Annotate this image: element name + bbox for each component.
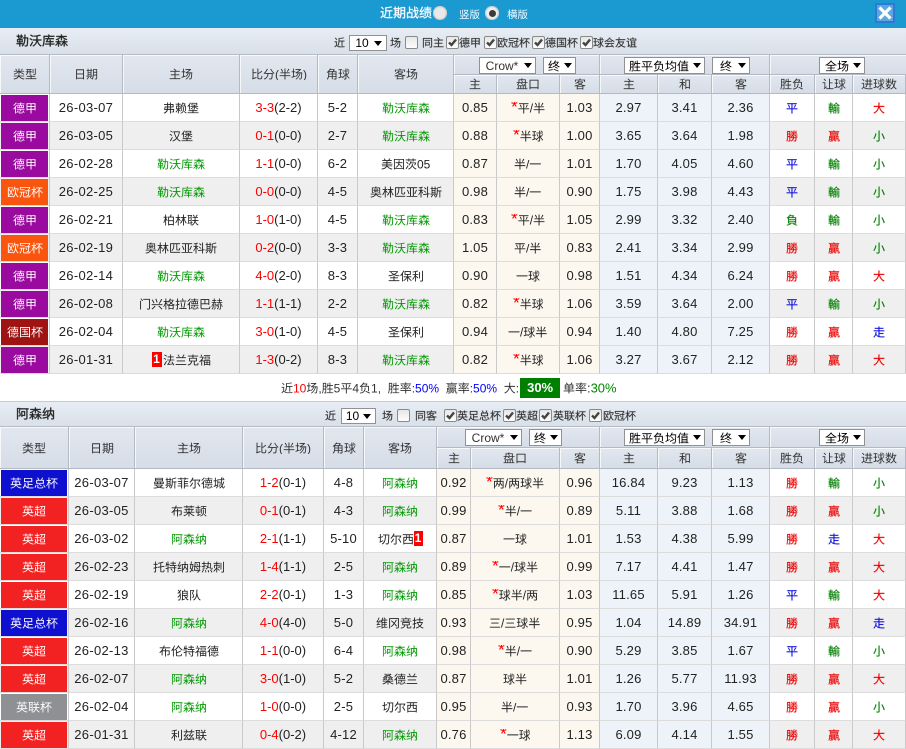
svg-text:*: * [492, 561, 499, 573]
svg-text:/: / [520, 326, 524, 338]
svg-text:/: / [511, 561, 515, 573]
svg-text:*: * [511, 102, 518, 114]
svg-text:/: / [526, 158, 530, 170]
svg-text:(: ( [275, 68, 279, 80]
svg-text:): ) [307, 442, 311, 454]
svg-text:*: * [513, 354, 520, 366]
svg-text::: : [412, 382, 415, 394]
svg-text:4: 4 [352, 382, 359, 394]
svg-text:10: 10 [293, 382, 307, 394]
svg-text:*: * [498, 505, 505, 517]
svg-text:*: * [500, 729, 507, 741]
svg-text:*: * [513, 130, 520, 142]
svg-text::: : [470, 382, 473, 394]
svg-text:/: / [505, 477, 509, 489]
svg-text:1,: 1, [371, 382, 381, 394]
svg-text:5: 5 [334, 382, 341, 394]
svg-text:*: * [492, 589, 499, 601]
svg-text:/: / [513, 701, 517, 713]
svg-text:30%: 30% [591, 382, 617, 394]
svg-text:*: * [498, 645, 505, 657]
svg-text:/: / [501, 617, 505, 629]
svg-text:05: 05 [417, 158, 430, 170]
svg-text:): ) [303, 68, 307, 80]
svg-text:/: / [526, 242, 530, 254]
svg-text:50%: 50% [415, 382, 439, 394]
svg-text:/: / [530, 214, 534, 226]
svg-text:(: ( [279, 442, 283, 454]
svg-text:/: / [530, 102, 534, 114]
svg-text:,: , [318, 382, 321, 394]
svg-text:/: / [526, 186, 530, 198]
svg-text:*: * [513, 298, 520, 310]
svg-text:/: / [517, 645, 521, 657]
svg-text::: : [516, 382, 519, 394]
svg-text:50%: 50% [473, 382, 497, 394]
svg-text:/: / [517, 505, 521, 517]
svg-text:*: * [511, 214, 518, 226]
svg-text:*: * [486, 477, 493, 489]
svg-text::: : [587, 382, 591, 394]
svg-text:/: / [523, 589, 527, 601]
